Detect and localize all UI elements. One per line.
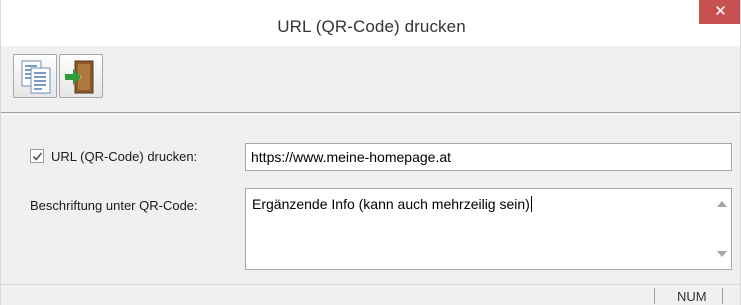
title-bar: URL (QR-Code) drucken ✕: [1, 0, 740, 46]
close-button[interactable]: ✕: [699, 0, 740, 24]
copy-button[interactable]: [13, 54, 57, 98]
separator-dark: [1, 112, 740, 113]
separator-light: [1, 114, 740, 115]
dialog-window: URL (QR-Code) drucken ✕ URL (QR-Code) dr…: [0, 0, 741, 305]
scroll-down-arrow-icon[interactable]: [717, 251, 727, 257]
url-print-checkbox[interactable]: [30, 149, 44, 163]
vertical-scrollbar[interactable]: [713, 189, 731, 269]
status-bar: NUM: [1, 284, 740, 305]
caption-text: Ergänzende Info (kann auch mehrzeilig se…: [252, 196, 532, 212]
copy-pages-icon: [21, 60, 51, 94]
status-divider: [722, 288, 723, 304]
window-title: URL (QR-Code) drucken: [277, 17, 466, 36]
url-print-label[interactable]: URL (QR-Code) drucken:: [51, 149, 197, 164]
url-input[interactable]: https://www.meine-homepage.at: [245, 143, 732, 171]
text-caret: [530, 196, 532, 212]
exit-door-icon: [65, 60, 94, 94]
exit-button[interactable]: [59, 54, 103, 98]
num-lock-indicator: NUM: [677, 289, 707, 304]
checkmark-icon: [32, 152, 43, 161]
caption-textarea[interactable]: Ergänzende Info (kann auch mehrzeilig se…: [245, 188, 732, 270]
caption-label: Beschriftung unter QR-Code:: [30, 198, 198, 213]
scroll-up-arrow-icon[interactable]: [717, 201, 727, 207]
status-divider: [654, 288, 655, 304]
toolbar: [1, 46, 740, 112]
